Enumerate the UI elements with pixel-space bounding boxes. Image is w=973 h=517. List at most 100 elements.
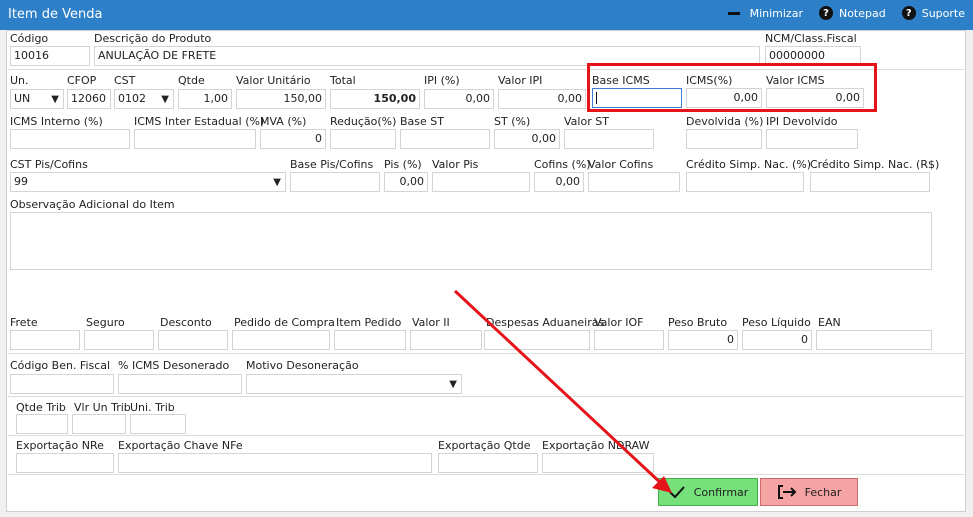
valor-iof-field[interactable] [594,330,664,350]
ean-label: EAN [818,316,841,329]
un-label: Un. [10,74,29,87]
credito-simp-pct-field[interactable] [686,172,804,192]
valor-cofins-label: Valor Cofins [588,158,654,171]
qtde-trib-label: Qtde Trib [16,401,66,414]
item-pedido-field[interactable] [334,330,406,350]
icms-inter-estadual-label: ICMS Inter Estadual (%) [134,115,265,128]
cst-pis-cofins-value: 99 [14,175,28,188]
motivo-desoneracao-select[interactable]: ▼ [246,374,462,394]
icms-inter-estadual-field[interactable] [134,129,256,149]
valor-st-field[interactable] [564,129,654,149]
un-value: UN [14,92,31,105]
ean-field[interactable] [816,330,932,350]
mva-field[interactable]: 0 [260,129,326,149]
qtde-field[interactable]: 1,00 [178,89,232,109]
exportacao-ndraw-label: Exportação NDRAW [542,439,650,452]
valor-unitario-field[interactable]: 150,00 [236,89,326,109]
cfop-field[interactable]: 12060 [67,89,111,109]
codigo-ben-fiscal-field[interactable] [10,374,114,394]
st-pct-label: ST (%) [494,115,531,128]
ncm-label: NCM/Class.Fiscal [765,32,857,45]
cst-select[interactable]: 0102 ▼ [114,89,174,109]
peso-liquido-label: Peso Líquido [742,316,811,329]
codigo-ben-fiscal-label: Código Ben. Fiscal [10,359,111,372]
vlr-un-trib-label: Vlr Un Trib [74,401,131,414]
qtde-label: Qtde [178,74,205,87]
valor-pis-field[interactable] [432,172,530,192]
exportacao-nre-field[interactable] [16,453,114,473]
codigo-field[interactable]: 10016 [10,46,90,66]
chevron-down-icon: ▼ [449,379,457,390]
frete-label: Frete [10,316,38,329]
chevron-down-icon: ▼ [273,177,281,188]
window-titlebar: Item de Venda Minimizar ? Notepad ? Supo… [0,0,973,30]
divider [8,396,964,397]
devolvida-field[interactable] [686,129,762,149]
desconto-field[interactable] [158,330,228,350]
valor-ipi-field[interactable]: 0,00 [498,89,586,109]
item-pedido-label: Item Pedido [336,316,402,329]
codigo-label: Código [10,32,49,45]
base-pis-cofins-field[interactable] [290,172,380,192]
base-pis-cofins-label: Base Pis/Cofins [290,158,374,171]
mva-label: MVA (%) [260,115,307,128]
notepad-button[interactable]: ? Notepad [809,6,886,20]
peso-bruto-field[interactable]: 0 [668,330,738,350]
motivo-desoneracao-label: Motivo Desoneração [246,359,359,372]
base-st-field[interactable] [400,129,490,149]
divider [8,435,964,436]
total-field[interactable]: 150,00 [330,89,420,109]
st-pct-field[interactable]: 0,00 [494,129,560,149]
observacao-textarea[interactable] [10,212,932,270]
peso-liquido-field[interactable]: 0 [742,330,812,350]
minimize-label: Minimizar [749,6,803,20]
highlight-box [587,63,877,112]
seguro-field[interactable] [84,330,154,350]
checkmark-icon [668,486,685,499]
exportacao-ndraw-field[interactable] [542,453,654,473]
valor-cofins-field[interactable] [588,172,680,192]
qtde-trib-field[interactable] [16,414,68,434]
despesas-aduaneiras-label: Despesas Aduaneiras [486,316,605,329]
ipi-devolvido-field[interactable] [766,129,858,149]
cfop-label: CFOP [67,74,97,87]
cst-pis-cofins-select[interactable]: 99 ▼ [10,172,286,192]
credito-simp-rs-label: Crédito Simp. Nac. (R$) [810,158,940,171]
vlr-un-trib-field[interactable] [72,414,126,434]
exportacao-qtde-field[interactable] [438,453,538,473]
icms-interno-field[interactable] [10,129,130,149]
cofins-pct-label: Cofins (%) [534,158,591,171]
desconto-label: Desconto [160,316,212,329]
minimize-icon [727,11,740,15]
cst-pis-cofins-label: CST Pis/Cofins [10,158,88,171]
exportacao-chave-label: Exportação Chave NFe [118,439,243,452]
pedido-compra-field[interactable] [232,330,330,350]
despesas-aduaneiras-field[interactable] [484,330,590,350]
base-st-label: Base ST [400,115,444,128]
reducao-field[interactable] [330,129,396,149]
valor-iof-label: Valor IOF [594,316,644,329]
support-button[interactable]: ? Suporte [892,6,965,20]
pis-pct-field[interactable]: 0,00 [384,172,428,192]
exit-icon [777,485,797,499]
uni-trib-label: Uni. Trib [130,401,175,414]
seguro-label: Seguro [86,316,125,329]
close-button[interactable]: Fechar [760,478,858,506]
confirm-button[interactable]: Confirmar [658,478,758,506]
peso-bruto-label: Peso Bruto [668,316,728,329]
ipi-pct-field[interactable]: 0,00 [424,89,494,109]
ipi-devolvido-label: IPI Devolvido [766,115,838,128]
exportacao-chave-field[interactable] [118,453,432,473]
credito-simp-pct-label: Crédito Simp. Nac. (%) [686,158,812,171]
support-label: Suporte [921,6,965,20]
credito-simp-rs-field[interactable] [810,172,930,192]
frete-field[interactable] [10,330,80,350]
cofins-pct-field[interactable]: 0,00 [534,172,584,192]
minimize-button[interactable]: Minimizar [727,6,803,20]
pis-pct-label: Pis (%) [384,158,422,171]
icms-desonerado-field[interactable] [118,374,242,394]
valor-ii-field[interactable] [410,330,482,350]
un-select[interactable]: UN ▼ [10,89,64,109]
valor-ipi-label: Valor IPI [498,74,543,87]
uni-trib-field[interactable] [130,414,186,434]
